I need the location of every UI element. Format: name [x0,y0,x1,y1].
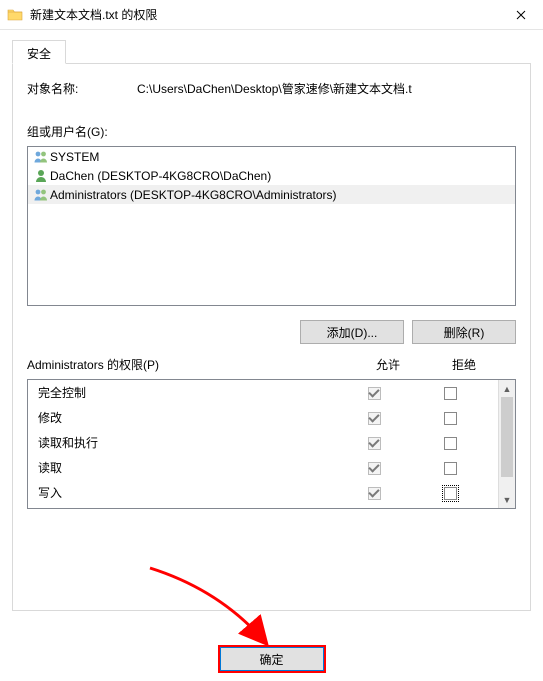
scroll-track[interactable] [499,397,515,491]
allow-checkbox[interactable] [368,462,381,475]
principals-buttons: 添加(D)... 删除(R) [27,320,516,344]
close-button[interactable] [498,0,543,30]
permissions-scrollbar[interactable]: ▲ ▼ [498,380,515,508]
principal-label: DaChen (DESKTOP-4KG8CRO\DaChen) [50,169,271,183]
principal-item[interactable]: DaChen (DESKTOP-4KG8CRO\DaChen) [28,166,515,185]
permission-label: 完全控制 [38,384,336,401]
window-title: 新建文本文档.txt 的权限 [30,6,157,23]
folder-icon [7,7,23,23]
remove-button[interactable]: 删除(R) [412,320,516,344]
allow-checkbox[interactable] [368,487,381,500]
content-area: 安全 对象名称: C:\Users\DaChen\Desktop\管家速修\新建… [12,40,531,631]
group-icon [32,187,50,203]
deny-checkbox[interactable] [444,412,457,425]
deny-checkbox[interactable] [444,387,457,400]
permissions-header: Administrators 的权限(P) 允许 拒绝 [27,356,516,373]
object-name-label: 对象名称: [27,80,137,97]
tab-strip: 安全 [12,40,531,64]
permission-label: 修改 [38,409,336,426]
permission-label: 写入 [38,484,336,501]
titlebar[interactable]: 新建文本文档.txt 的权限 [0,0,543,30]
permission-row: 完全控制 [28,380,498,405]
tab-security[interactable]: 安全 [12,40,66,64]
scroll-up-button[interactable]: ▲ [499,380,515,397]
dialog-footer: 确定 [0,645,543,673]
permission-row: 写入 [28,480,498,505]
principal-item[interactable]: Administrators (DESKTOP-4KG8CRO\Administ… [28,185,515,204]
permission-row: 修改 [28,405,498,430]
object-name-row: 对象名称: C:\Users\DaChen\Desktop\管家速修\新建文本文… [27,80,516,97]
deny-checkbox[interactable] [444,487,457,500]
principal-item[interactable]: SYSTEM [28,147,515,166]
allow-checkbox[interactable] [368,387,381,400]
group-icon [32,149,50,165]
allow-checkbox[interactable] [368,412,381,425]
scroll-thumb[interactable] [501,397,513,477]
deny-checkbox[interactable] [444,462,457,475]
principals-list[interactable]: SYSTEM DaChen (DESKTOP-4KG8CRO\DaChen) Adm… [27,146,516,306]
user-icon [32,168,50,184]
allow-checkbox[interactable] [368,437,381,450]
permissions-dialog: 新建文本文档.txt 的权限 安全 对象名称: C:\Users\DaChen\… [0,0,543,681]
tab-body: 对象名称: C:\Users\DaChen\Desktop\管家速修\新建文本文… [12,63,531,611]
object-name-value: C:\Users\DaChen\Desktop\管家速修\新建文本文档.t [137,80,516,97]
scroll-down-button[interactable]: ▼ [499,491,515,508]
ok-button[interactable]: 确定 [220,647,324,671]
permission-label: 读取 [38,459,336,476]
deny-checkbox[interactable] [444,437,457,450]
ok-button-highlight: 确定 [218,645,326,673]
principal-label: SYSTEM [50,150,99,164]
permission-row: 读取 [28,455,498,480]
col-deny-header: 拒绝 [426,356,502,373]
add-button[interactable]: 添加(D)... [300,320,404,344]
groups-label: 组或用户名(G): [27,123,516,140]
principal-label: Administrators (DESKTOP-4KG8CRO\Administ… [50,188,337,202]
permissions-table: 完全控制修改读取和执行读取写入 ▲ ▼ [27,379,516,509]
col-allow-header: 允许 [350,356,426,373]
permission-label: 读取和执行 [38,434,336,451]
permission-row: 读取和执行 [28,430,498,455]
permissions-title: Administrators 的权限(P) [27,356,350,373]
